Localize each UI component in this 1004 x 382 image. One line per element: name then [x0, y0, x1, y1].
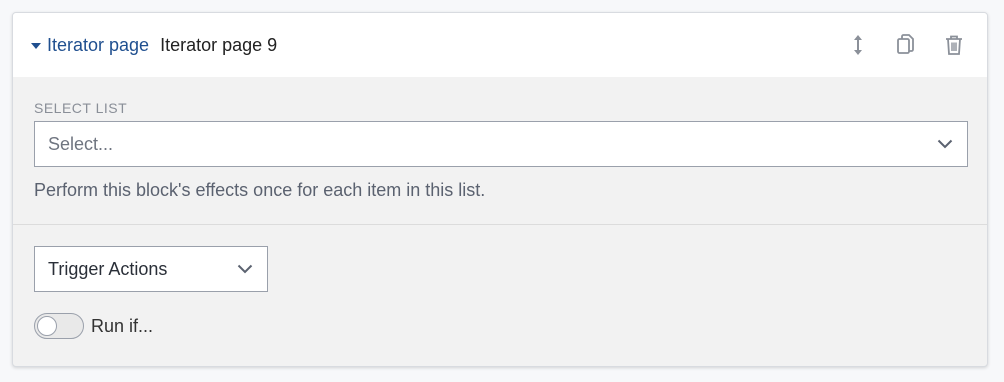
copy-icon[interactable] [893, 32, 919, 58]
block-header: Iterator page Iterator page 9 [13, 13, 987, 77]
block-type-link[interactable]: Iterator page [47, 35, 149, 56]
header-actions [845, 32, 967, 58]
move-icon[interactable] [845, 32, 871, 58]
select-list-dropdown[interactable]: Select... [34, 121, 968, 167]
block-name: Iterator page 9 [160, 34, 278, 55]
run-if-label: Run if... [91, 315, 154, 336]
chevron-down-icon [237, 264, 253, 274]
iterator-block-card: Iterator page Iterator page 9 SELECT LIS… [12, 12, 988, 367]
select-list-label: SELECT LIST [34, 100, 128, 116]
trash-icon[interactable] [941, 32, 967, 58]
actions-section: Trigger Actions Run if... [13, 225, 987, 339]
trigger-actions-dropdown[interactable]: Trigger Actions [34, 246, 268, 292]
toggle-knob [37, 316, 57, 336]
chevron-down-icon [937, 139, 953, 149]
block-body: SELECT LIST Select... Perform this block… [13, 77, 987, 201]
select-list-help-text: Perform this block's effects once for ea… [34, 180, 486, 200]
run-if-toggle[interactable] [34, 313, 84, 339]
collapse-caret-icon[interactable] [31, 42, 41, 49]
run-if-row: Run if... [34, 313, 967, 339]
select-list-placeholder: Select... [48, 133, 114, 154]
trigger-actions-value: Trigger Actions [48, 258, 168, 279]
